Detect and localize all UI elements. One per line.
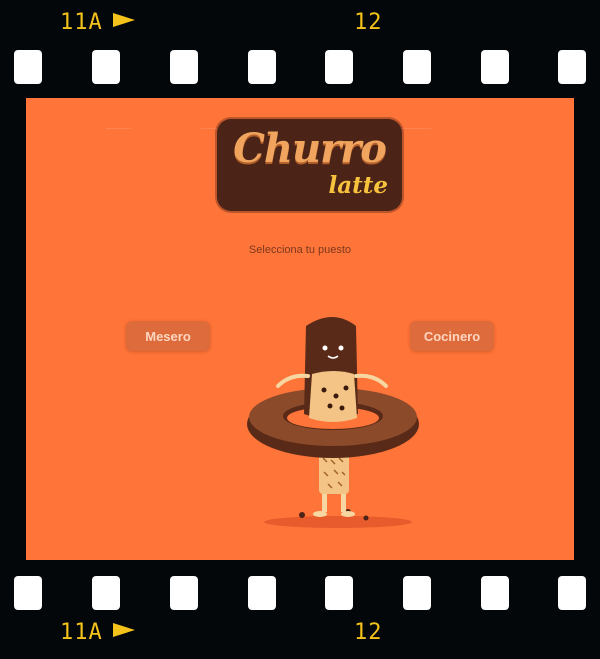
sprocket-hole [170,50,198,84]
sprocket-hole [248,50,276,84]
frame-number: 11A [60,10,103,35]
sprocket-hole [248,576,276,610]
logo-subtitle: latte [328,172,388,199]
sprocket-hole [558,576,586,610]
divider [106,128,131,129]
film-frame-label-bottom-left: 11A [60,620,135,645]
sprocket-hole [92,576,120,610]
sprocket-hole [14,576,42,610]
sprocket-hole [14,50,42,84]
sprocket-hole [403,576,431,610]
role-prompt: Selecciona tu puesto [248,244,352,256]
film-frame-label-bottom-right: 12 [354,620,383,645]
waiter-button[interactable]: Mesero [126,321,210,351]
frame-number: 12 [354,10,383,35]
frame-number: 11A [60,620,103,645]
cook-button[interactable]: Cocinero [410,321,494,351]
cook-button-label: Cocinero [423,328,481,344]
sprocket-hole [92,50,120,84]
churro-latte-logo: Churro latte [217,119,402,211]
logo-title: Churro [233,125,387,172]
churro-mascot-icon [247,317,419,528]
sprocket-hole [325,50,353,84]
film-sprocket-row-bottom [0,576,600,610]
sprocket-hole [325,576,353,610]
arrow-icon [112,13,135,27]
arrow-icon [112,623,135,637]
sprocket-hole [558,50,586,84]
film-frame-label-top-left: 11A [60,10,135,35]
waiter-button-label: Mesero [145,328,191,344]
sprocket-hole [481,576,509,610]
app-screen: Churro latte Selecciona tu puesto Mesero… [26,98,574,560]
sprocket-hole [403,50,431,84]
frame-number: 12 [354,620,383,645]
film-frame-label-top-right: 12 [354,10,383,35]
sprocket-hole [481,50,509,84]
sprocket-hole [170,576,198,610]
divider [401,128,431,129]
film-sprocket-row-top [0,50,600,84]
